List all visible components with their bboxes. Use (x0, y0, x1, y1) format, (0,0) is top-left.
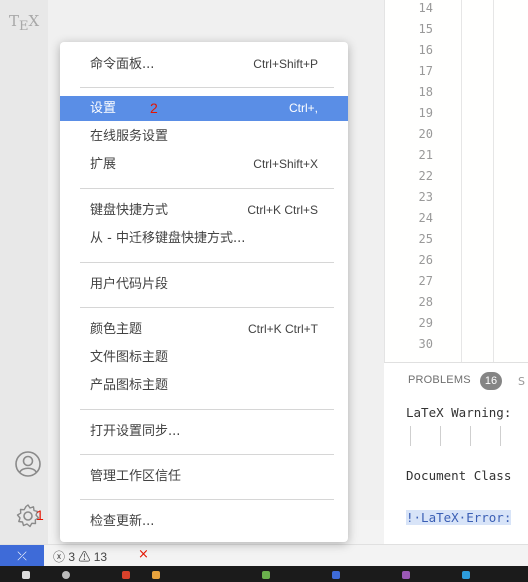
menu-separator (80, 409, 334, 410)
menu-separator (80, 188, 334, 189)
line-number: 29 (418, 316, 433, 330)
tex-letter-e: E (19, 19, 29, 34)
taskbar-app-icon[interactable] (462, 571, 470, 579)
warning-triangle-icon: ⚠ (78, 550, 91, 564)
remote-indicator-button[interactable]: ⤫ (0, 545, 44, 567)
menu-item-extensions[interactable]: 扩展 Ctrl+Shift+X (60, 152, 348, 177)
line-number: 25 (418, 232, 433, 246)
line-number: 27 (418, 274, 433, 288)
activity-bar: TEX 1 (0, 0, 48, 544)
menu-item-label: 用户代码片段 (90, 277, 169, 292)
menu-item-shortcut: Ctrl+, (288, 101, 318, 115)
line-number: 26 (418, 253, 433, 267)
menu-item-label: 管理工作区信任 (90, 469, 182, 484)
status-problems[interactable]: ⓧ 3 ⚠ 13 (53, 548, 107, 565)
menu-item-keyboard-shortcuts[interactable]: 键盘快捷方式 Ctrl+K Ctrl+S (60, 198, 348, 223)
taskbar-app-icon[interactable] (262, 571, 270, 579)
taskbar-app-icon[interactable] (332, 571, 340, 579)
taskbar-app-icon[interactable] (402, 571, 410, 579)
tex-letter-t: T (9, 12, 20, 30)
menu-item-command-palette[interactable]: 命令面板... Ctrl+Shift+P (60, 52, 348, 77)
error-count: 3 (68, 550, 76, 564)
menu-item-label: 产品图标主题 (90, 378, 169, 393)
line-number: 15 (418, 22, 433, 36)
menu-separator (80, 262, 334, 263)
tab-problems[interactable]: PROBLEMS (408, 374, 471, 386)
menu-item-shortcut: Ctrl+K Ctrl+T (247, 322, 318, 336)
menu-item-workspace-trust[interactable]: 管理工作区信任 (60, 464, 348, 489)
menu-item-label: 扩展 (90, 157, 117, 172)
close-icon[interactable]: × (138, 547, 149, 562)
line-number: 20 (418, 127, 433, 141)
output-line: LaTeX Warning: (406, 405, 512, 420)
taskbar-search-icon[interactable] (62, 571, 70, 579)
menu-item-shortcut: Ctrl+K Ctrl+S (247, 203, 318, 217)
indent-guide (493, 0, 494, 362)
output-error-line: !·LaTeX·Error: (406, 510, 512, 525)
menu-item-label: 在线服务设置 (90, 129, 169, 144)
line-number-gutter: 14 15 16 17 18 19 20 21 22 23 24 25 26 27 28 29 30 (385, 0, 461, 362)
menu-item-color-theme[interactable]: 颜色主题 Ctrl+K Ctrl+T (60, 317, 348, 342)
remote-icon: ⤫ (17, 549, 27, 563)
line-number: 23 (418, 190, 433, 204)
line-number: 21 (418, 148, 433, 162)
menu-item-label: 从 - 中迁移键盘快捷方式... (90, 231, 246, 246)
editor[interactable]: 14 15 16 17 18 19 20 21 22 23 24 25 26 27 28 29 30 (384, 0, 528, 362)
menu-separator (80, 499, 334, 500)
menu-item-online-services[interactable]: 在线服务设置 (60, 124, 348, 149)
panel-tabs: PROBLEMS 16 S (384, 363, 528, 401)
menu-item-label: 文件图标主题 (90, 350, 169, 365)
menu-item-label: 打开设置同步... (90, 424, 181, 439)
tex-icon[interactable]: TEX (9, 12, 41, 34)
menu-item-label: 设置 (90, 101, 117, 116)
line-number: 16 (418, 43, 433, 57)
error-circle-icon: ⓧ (53, 550, 66, 564)
menu-item-user-snippets[interactable]: 用户代码片段 (60, 272, 348, 297)
line-number: 18 (418, 85, 433, 99)
settings-annotation: 1 (36, 507, 44, 523)
tex-letter-x: X (28, 12, 40, 30)
status-bar: ⤫ ⓧ 3 ⚠ 13 × (0, 544, 528, 567)
warning-count: 13 (93, 550, 108, 564)
line-number: 14 (418, 1, 433, 15)
taskbar-app-icon[interactable] (152, 571, 160, 579)
manage-menu: 命令面板... Ctrl+Shift+P 设置 2 Ctrl+, 在线服务设置 … (60, 42, 348, 542)
line-number: 19 (418, 106, 433, 120)
menu-item-settings-sync[interactable]: 打开设置同步... (60, 419, 348, 444)
menu-separator (80, 307, 334, 308)
tab-next-partial[interactable]: S (518, 375, 526, 389)
line-number: 22 (418, 169, 433, 183)
line-number: 30 (418, 337, 433, 351)
line-number: 28 (418, 295, 433, 309)
menu-item-shortcut: Ctrl+Shift+X (253, 157, 318, 171)
menu-separator (80, 454, 334, 455)
menu-item-settings[interactable]: 设置 2 Ctrl+, (60, 96, 348, 121)
line-number: 17 (418, 64, 433, 78)
account-icon[interactable] (14, 450, 42, 478)
menu-item-file-icon-theme[interactable]: 文件图标主题 (60, 345, 348, 370)
line-number: 24 (418, 211, 433, 225)
menu-item-label: 检查更新... (90, 514, 155, 529)
os-taskbar (0, 566, 528, 582)
menu-item-check-updates[interactable]: 检查更新... (60, 509, 348, 534)
menu-item-label: 命令面板... (90, 57, 155, 72)
step-annotation: 2 (150, 100, 158, 116)
menu-item-label: 键盘快捷方式 (90, 203, 169, 218)
menu-item-shortcut: Ctrl+Shift+P (253, 57, 318, 71)
windows-start-icon[interactable] (22, 571, 30, 579)
problems-count-badge: 16 (480, 372, 502, 390)
menu-separator (80, 87, 334, 88)
indent-guide (461, 0, 462, 362)
menu-item-product-icon-theme[interactable]: 产品图标主题 (60, 373, 348, 398)
menu-item-label: 颜色主题 (90, 322, 143, 337)
output-line: Document Class (406, 468, 512, 483)
menu-item-migrate-keybindings[interactable]: 从 - 中迁移键盘快捷方式... (60, 226, 348, 251)
taskbar-app-icon[interactable] (122, 571, 130, 579)
